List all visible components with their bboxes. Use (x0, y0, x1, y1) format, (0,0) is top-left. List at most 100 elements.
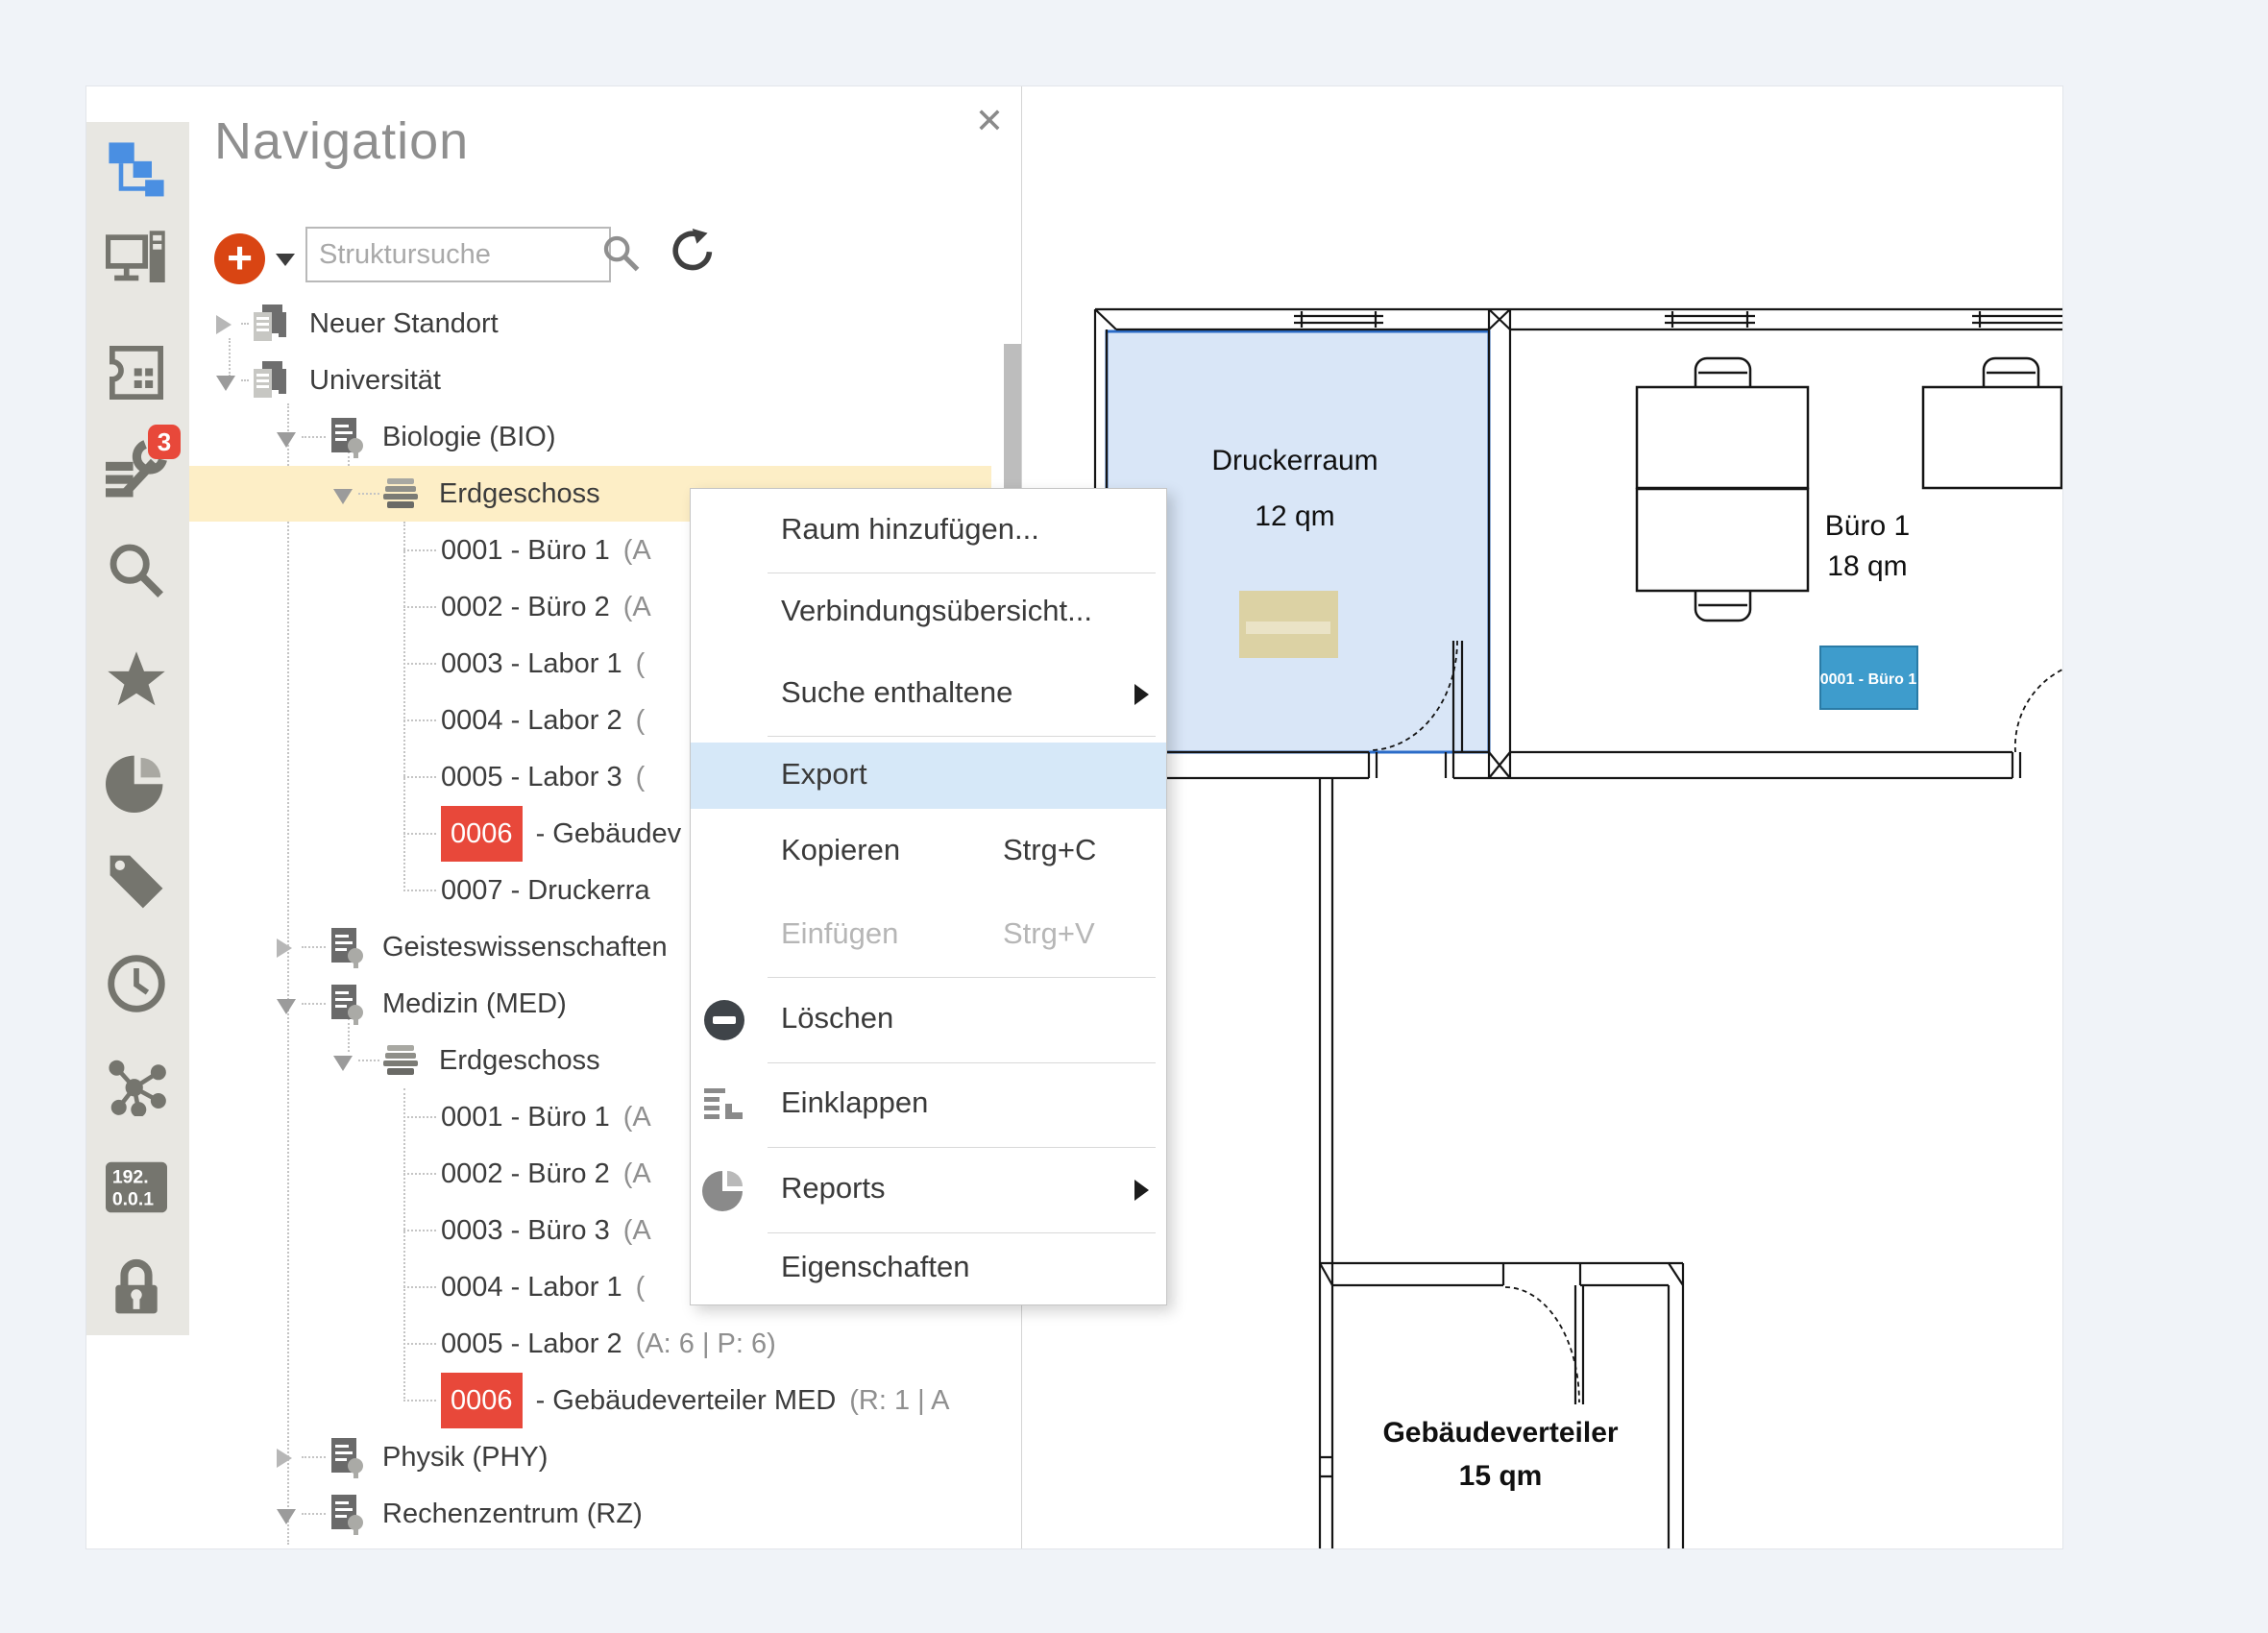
menu-item-suche-enthaltene[interactable]: Suche enthaltene (691, 653, 1166, 736)
svg-text:0001 - Büro 1: 0001 - Büro 1 (1820, 671, 1917, 688)
tree-connector (403, 549, 436, 551)
lock-icon[interactable] (106, 1256, 167, 1318)
tags-icon[interactable] (106, 851, 167, 913)
search-input[interactable] (305, 227, 611, 282)
collapse-arrow-icon[interactable] (277, 432, 296, 448)
building-icon (328, 983, 366, 1025)
building-icon (328, 416, 366, 458)
room-area-druckerraum: 12 qm (1255, 500, 1334, 532)
tree-connector (403, 1343, 436, 1345)
menu-item-label: Suche enthaltene (781, 675, 1012, 710)
room-label-druckerraum: Druckerraum (1211, 445, 1378, 476)
building-icon (328, 1493, 366, 1535)
tree-connector (302, 436, 326, 438)
menu-item-verbindungsübersicht[interactable]: Verbindungsübersicht... (691, 573, 1166, 653)
menu-item-label: Verbindungsübersicht... (781, 594, 1092, 628)
maintenance-icon[interactable]: 3 (106, 440, 167, 501)
history-icon[interactable] (106, 953, 167, 1014)
menu-item-shortcut: Strg+C (1003, 833, 1096, 867)
tree-connector (302, 1513, 326, 1515)
menu-item-export[interactable]: Export (691, 743, 1166, 809)
tree-row-label: 0005 - Labor 3( (441, 749, 645, 805)
tree-row-label: Geisteswissenschaften (382, 919, 668, 975)
delete-icon (702, 998, 746, 1042)
tree-row-counts: (A (623, 592, 651, 622)
collapse-arrow-icon[interactable] (333, 1056, 353, 1071)
tree-row-biologie-bio-[interactable]: Biologie (BIO) (189, 409, 1021, 465)
tree-row-rechenzentrum-rz-[interactable]: Rechenzentrum (RZ) (189, 1486, 1021, 1542)
expand-arrow-icon[interactable] (277, 1449, 292, 1468)
ip-icon[interactable]: 192.0.0.1 (106, 1157, 167, 1218)
tree-row-0006[interactable]: 0006 - Gebäudeverteiler MED(R: 1 | A (189, 1373, 1021, 1428)
expand-arrow-icon[interactable] (216, 315, 232, 334)
menu-item-label: Kopieren (781, 833, 900, 867)
collapse-arrow-icon[interactable] (216, 376, 235, 391)
alarm-room-badge: 0006 (441, 806, 523, 862)
floor-icon (381, 473, 420, 515)
tree-row-universität[interactable]: Universität (189, 353, 1021, 408)
favorites-icon[interactable] (106, 649, 167, 711)
collapse-arrow-icon[interactable] (333, 489, 353, 504)
svg-text:0.0.1: 0.0.1 (112, 1188, 154, 1209)
tree-row-label: Medizin (MED) (382, 976, 567, 1032)
tree-row-label: Erdgeschoss (439, 466, 600, 522)
page-title: Navigation (214, 111, 469, 171)
tree-connector (403, 776, 436, 778)
menu-item-einfügen: EinfügenStrg+V (691, 893, 1166, 977)
tree-row-label: 0003 - Büro 3(A (441, 1203, 651, 1258)
menu-item-löschen[interactable]: Löschen (691, 977, 1166, 1062)
menu-item-label: Export (781, 757, 867, 792)
corridor-wall (1320, 778, 1332, 1548)
topology-icon[interactable] (106, 1055, 167, 1116)
tree-row-neuer-standort[interactable]: Neuer Standort (189, 296, 1021, 352)
tree-connector (403, 1230, 436, 1231)
reports-icon[interactable] (106, 751, 167, 813)
structure-icon[interactable] (106, 139, 167, 201)
floor-icon (381, 1039, 420, 1082)
menu-item-reports[interactable]: Reports (691, 1147, 1166, 1232)
menu-item-einklappen[interactable]: Einklappen (691, 1062, 1166, 1147)
expand-arrow-icon[interactable] (277, 938, 292, 958)
collapse-arrow-icon[interactable] (277, 1509, 296, 1524)
refresh-icon[interactable] (665, 229, 715, 279)
tree-row-counts: ( (636, 762, 646, 792)
search-icon[interactable] (600, 232, 646, 279)
tree-row-physik-phy-[interactable]: Physik (PHY) (189, 1429, 1021, 1485)
tree-row-label: Biologie (BIO) (382, 409, 556, 465)
tree-row-label: 0006 - Gebäudeverteiler MED(R: 1 | A (441, 1373, 950, 1428)
floorplan-icon[interactable] (106, 342, 167, 403)
menu-item-label: Eigenschaften (781, 1250, 969, 1284)
workstation-icon[interactable] (106, 229, 167, 290)
menu-item-eigenschaften[interactable]: Eigenschaften (691, 1232, 1166, 1304)
building-icon (328, 1436, 366, 1478)
search-icon[interactable] (106, 540, 167, 601)
add-dropdown-caret[interactable] (276, 254, 295, 266)
tree-row-counts: (A (623, 1215, 651, 1246)
menu-item-raum-hinzufügen[interactable]: Raum hinzufügen... (691, 489, 1166, 573)
tree-connector (241, 323, 249, 325)
menu-item-label: Einfügen (781, 916, 898, 951)
add-button[interactable]: + (214, 233, 265, 284)
tree-row-counts: (R: 1 | A (849, 1385, 949, 1416)
room-tag-0001[interactable]: 0001 - Büro 1 (1820, 646, 1917, 709)
tree-row-counts: (A: 6 | P: 6) (636, 1328, 776, 1359)
collapse-arrow-icon[interactable] (277, 999, 296, 1014)
close-icon[interactable]: ✕ (968, 100, 1011, 142)
menu-item-kopieren[interactable]: Kopieren Strg+C (691, 810, 1166, 893)
tree-row-label: 0004 - Labor 1( (441, 1259, 645, 1315)
tree-connector (358, 493, 379, 495)
tree-row-label: Neuer Standort (309, 296, 499, 352)
tool-sidebar: 3 192.0.0.1 (86, 122, 189, 1335)
submenu-arrow-icon (1134, 1180, 1149, 1201)
building-icon (328, 926, 366, 968)
tree-row-label: 0004 - Labor 2( (441, 693, 645, 748)
tree-row-0005-labor-2[interactable]: 0005 - Labor 2(A: 6 | P: 6) (189, 1316, 1021, 1372)
site-icon (251, 359, 289, 402)
tree-row-counts: ( (636, 1272, 646, 1303)
tree-connector (403, 663, 436, 665)
tree-row-counts: (A (623, 1102, 651, 1133)
tree-connector (403, 719, 436, 721)
tree-connector (241, 379, 249, 381)
tree-row-label: 0006 - Gebäudev (441, 806, 681, 862)
alarm-count-badge: 3 (148, 425, 181, 459)
